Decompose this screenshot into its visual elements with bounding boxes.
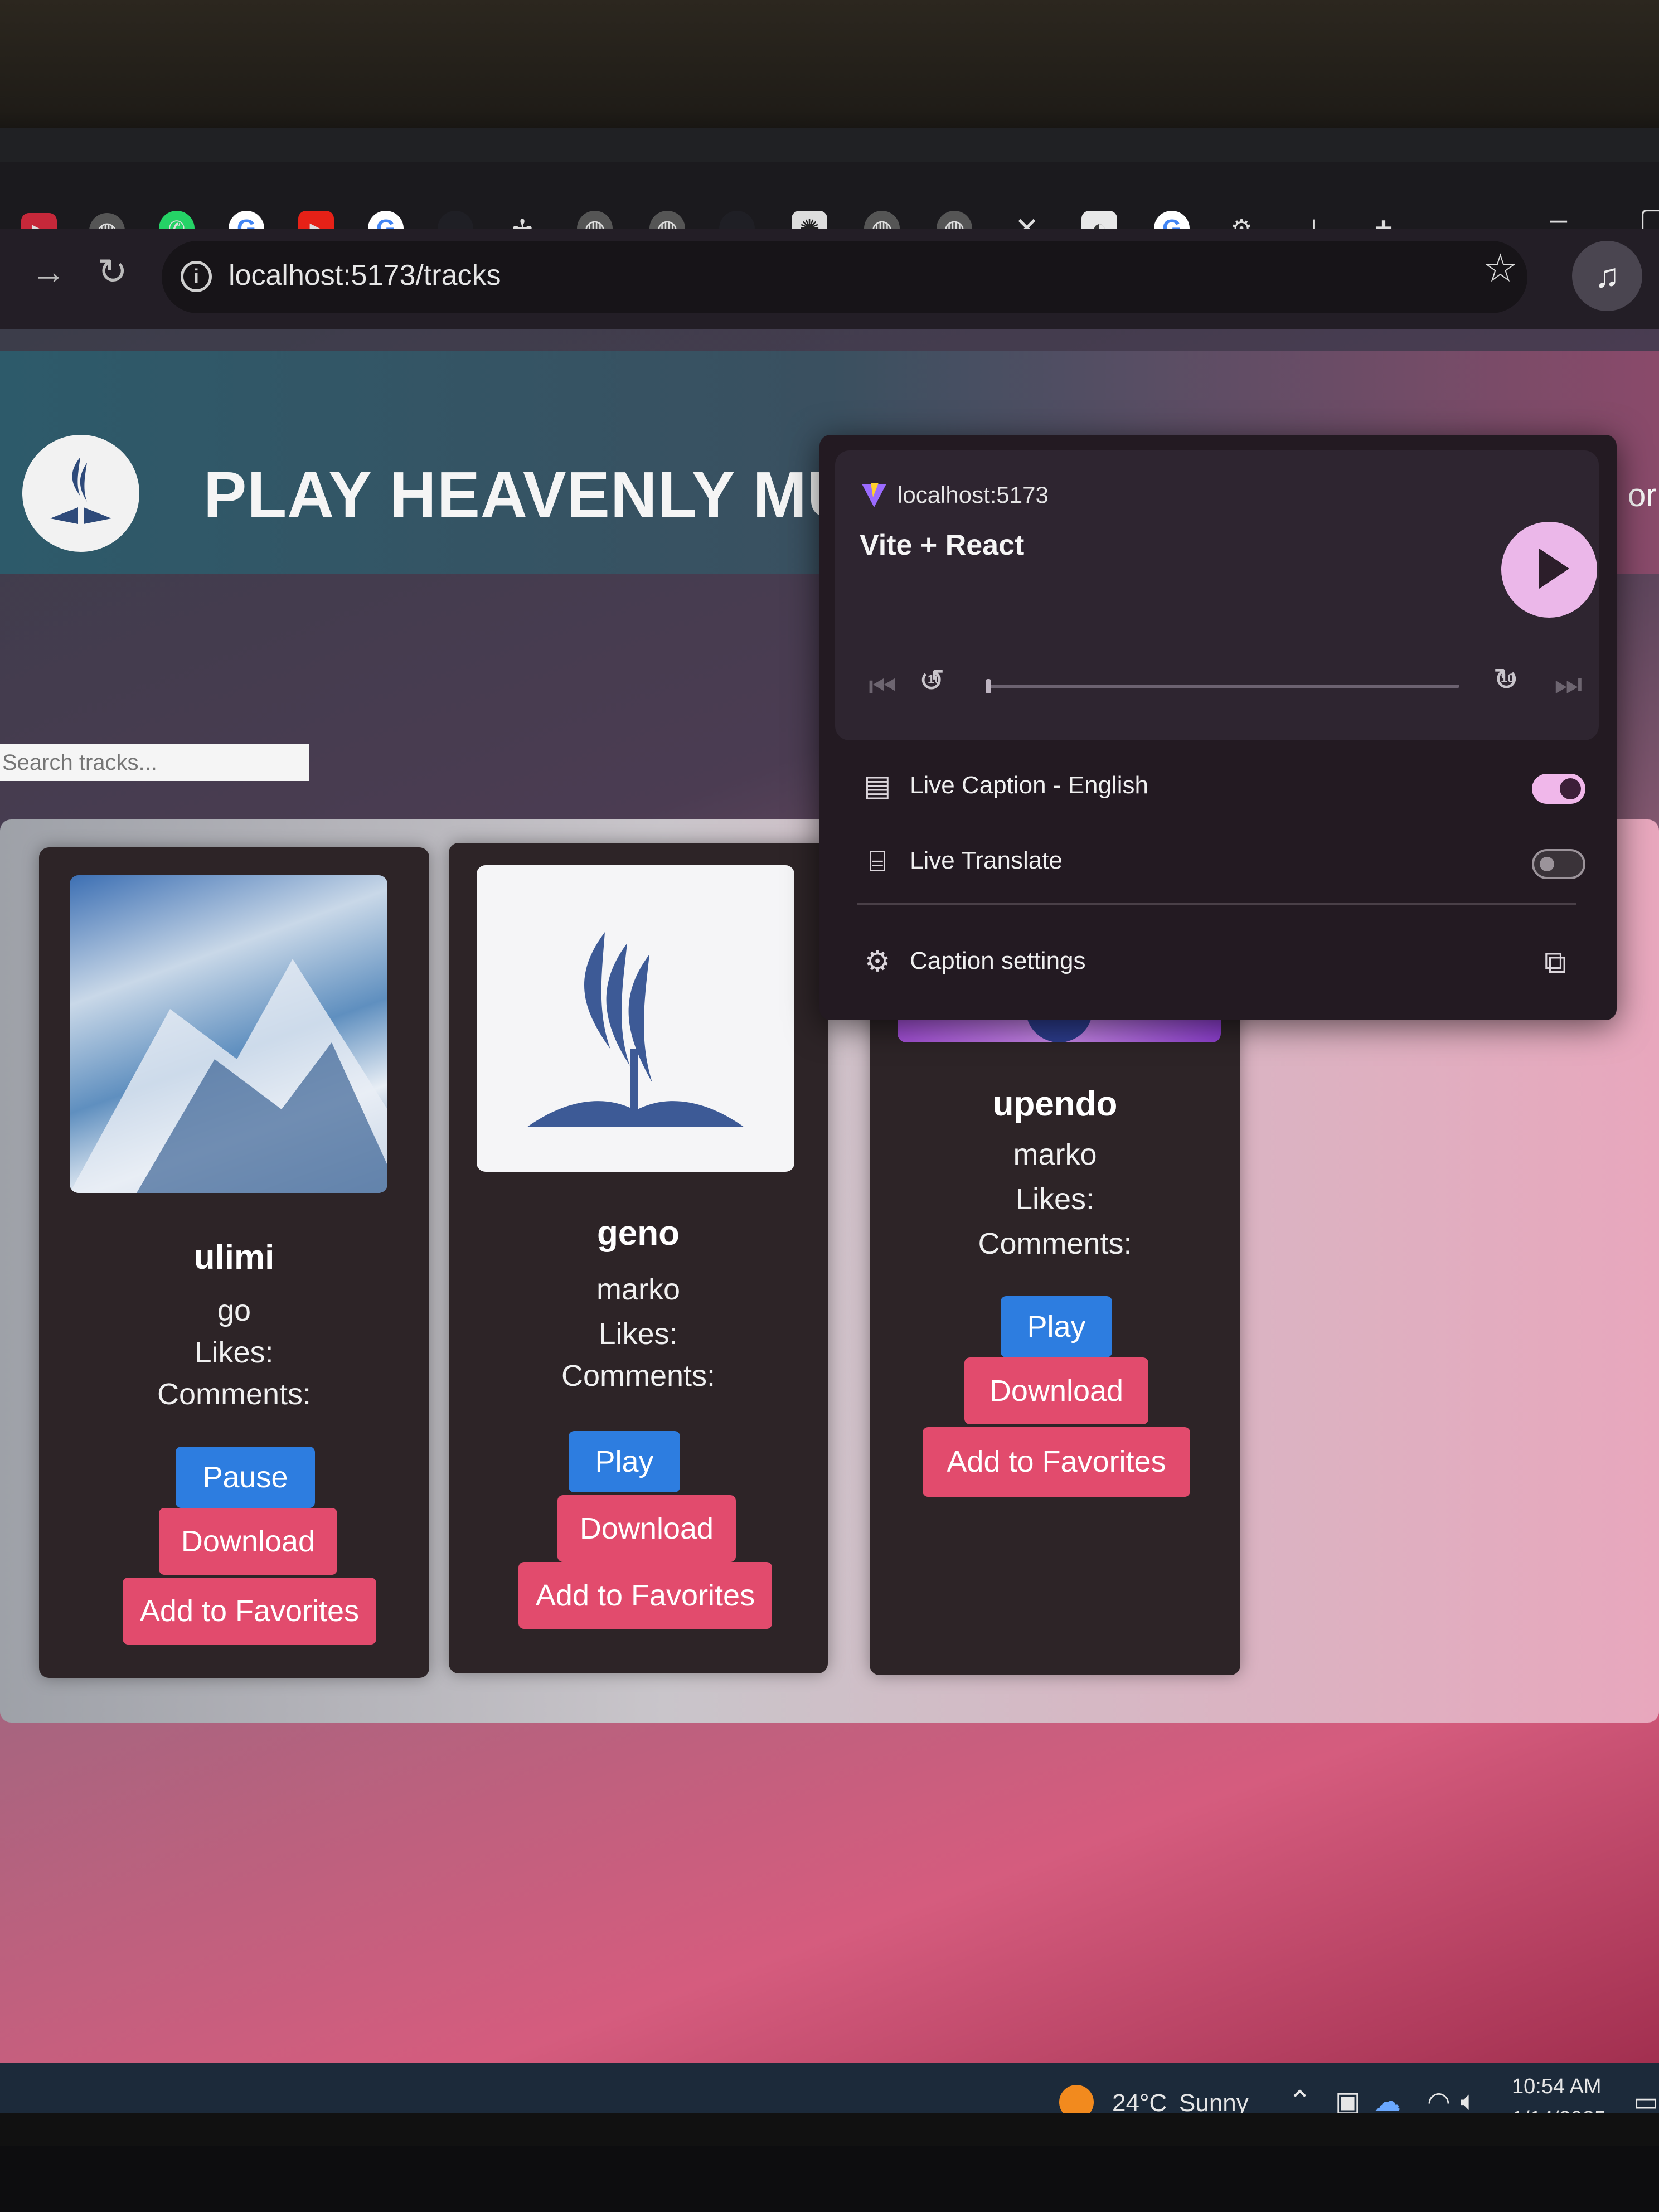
monitor-bezel bbox=[0, 2146, 1659, 2212]
gear-icon: ⚙ bbox=[864, 945, 891, 978]
next-track-icon[interactable]: ⏭ bbox=[1554, 666, 1582, 703]
track-likes: Likes: bbox=[1015, 1182, 1095, 1216]
forward-icon[interactable]: → bbox=[31, 251, 66, 292]
rewind-10-icon[interactable]: ↺ 10 bbox=[919, 662, 945, 699]
vite-icon bbox=[862, 483, 886, 507]
track-title: geno bbox=[596, 1214, 680, 1253]
volume-icon[interactable]: 🔈︎ bbox=[1461, 2086, 1477, 2113]
media-controls-button[interactable]: ♫ bbox=[1572, 241, 1642, 311]
track-title: ulimi bbox=[193, 1238, 275, 1277]
address-bar[interactable]: i localhost:5173/tracks bbox=[162, 241, 1527, 313]
windows-taskbar: 24°C Sunny ⌃ ▣ ☁ ◠ 🔈︎ 10:54 AM 1/14/2025… bbox=[0, 2063, 1659, 2113]
media-title: Vite + React bbox=[860, 529, 1025, 561]
track-comments: Comments: bbox=[561, 1359, 716, 1393]
onedrive-icon[interactable]: ☁ bbox=[1374, 2086, 1401, 2113]
search-input[interactable] bbox=[0, 744, 309, 781]
translate-icon: ⌸ bbox=[869, 845, 886, 877]
background-wall bbox=[0, 0, 1659, 139]
live-caption-label: Live Caption - English bbox=[910, 772, 1149, 799]
track-artist: marko bbox=[596, 1273, 681, 1306]
live-translate-toggle[interactable] bbox=[1532, 849, 1585, 879]
live-translate-row[interactable]: ⌸ Live Translate bbox=[819, 828, 1617, 895]
media-controls-popup: localhost:5173 Vite + React ⏮ ↺ 10 ↻ 10 ⏭ … bbox=[819, 435, 1617, 1020]
media-play-button[interactable] bbox=[1501, 522, 1597, 618]
track-cover-image bbox=[477, 865, 794, 1172]
add-to-favorites-button[interactable]: Add to Favorites bbox=[518, 1562, 772, 1629]
reload-icon[interactable]: ↻ bbox=[98, 251, 128, 293]
meet-icon[interactable]: ▣ bbox=[1335, 2086, 1360, 2113]
live-translate-label: Live Translate bbox=[910, 847, 1063, 874]
captions-icon: ▤ bbox=[864, 770, 891, 802]
live-caption-row[interactable]: ▤ Live Caption - English bbox=[819, 753, 1617, 819]
media-progress-bar[interactable] bbox=[986, 679, 1459, 693]
pause-button[interactable]: Pause bbox=[176, 1447, 315, 1508]
chevron-up-icon[interactable]: ⌃ bbox=[1288, 2085, 1312, 2113]
forward-seconds: 10 bbox=[1501, 671, 1515, 685]
caption-settings-label: Caption settings bbox=[910, 947, 1086, 974]
caption-settings-row[interactable]: ⚙ Caption settings ⧉ bbox=[819, 928, 1617, 995]
bookmark-star-icon[interactable]: ☆ bbox=[1483, 245, 1518, 291]
open-external-icon[interactable]: ⧉ bbox=[1544, 944, 1566, 981]
notifications-icon[interactable]: ▭ bbox=[1633, 2086, 1658, 2113]
popup-divider bbox=[857, 903, 1576, 905]
previous-track-icon[interactable]: ⏮ bbox=[869, 668, 896, 705]
media-player-card: localhost:5173 Vite + React ⏮ ↺ 10 ↻ 10 ⏭ bbox=[835, 450, 1599, 740]
track-comments: Comments: bbox=[978, 1227, 1132, 1260]
page-title-tail: or bbox=[1628, 477, 1657, 513]
add-to-favorites-button[interactable]: Add to Favorites bbox=[123, 1578, 376, 1645]
forward-10-icon[interactable]: ↻ 10 bbox=[1493, 661, 1519, 698]
page-title: PLAY HEAVENLY MUS bbox=[203, 458, 899, 531]
play-button[interactable]: Play bbox=[569, 1431, 680, 1492]
add-to-favorites-button[interactable]: Add to Favorites bbox=[923, 1427, 1190, 1497]
monitor-screen: ▶ ◍ ✆ G ▶ G ✢ ◍ ◍ ✺ ◍ ◍ ✕ ◐ G ⚙ ⤓ + – ▢ … bbox=[0, 128, 1659, 2113]
track-title: upendo bbox=[992, 1085, 1118, 1123]
clock-date[interactable]: 1/14/2025 bbox=[1512, 2107, 1606, 2113]
download-button[interactable]: Download bbox=[159, 1508, 337, 1575]
clock-time[interactable]: 10:54 AM bbox=[1512, 2075, 1602, 2099]
track-likes: Likes: bbox=[195, 1336, 274, 1369]
track-card: ulimi go Likes: Comments: Pause Download… bbox=[39, 847, 429, 1678]
weather-icon[interactable] bbox=[1059, 2085, 1094, 2113]
site-info-icon[interactable]: i bbox=[181, 261, 212, 292]
track-card: geno marko Likes: Comments: Play Downloa… bbox=[449, 843, 828, 1673]
track-cover-image bbox=[70, 875, 387, 1193]
play-button[interactable]: Play bbox=[1001, 1296, 1112, 1357]
download-button[interactable]: Download bbox=[964, 1357, 1148, 1424]
media-progress-handle[interactable] bbox=[986, 679, 991, 693]
track-artist: go bbox=[217, 1294, 251, 1327]
site-logo bbox=[22, 435, 139, 552]
track-comments: Comments: bbox=[157, 1377, 312, 1411]
wifi-icon[interactable]: ◠ bbox=[1427, 2086, 1451, 2113]
track-artist: marko bbox=[1013, 1138, 1097, 1171]
url-text: localhost:5173/tracks bbox=[229, 259, 501, 292]
live-caption-toggle[interactable] bbox=[1532, 774, 1585, 804]
track-likes: Likes: bbox=[599, 1317, 678, 1351]
media-site-label: localhost:5173 bbox=[898, 482, 1049, 508]
weather-desc[interactable]: Sunny bbox=[1179, 2089, 1249, 2113]
browser-toolbar: → ↻ i localhost:5173/tracks ☆ ♫ bbox=[0, 229, 1659, 329]
rewind-seconds: 10 bbox=[928, 672, 942, 686]
weather-temp[interactable]: 24°C bbox=[1112, 2089, 1167, 2113]
download-button[interactable]: Download bbox=[557, 1495, 736, 1562]
